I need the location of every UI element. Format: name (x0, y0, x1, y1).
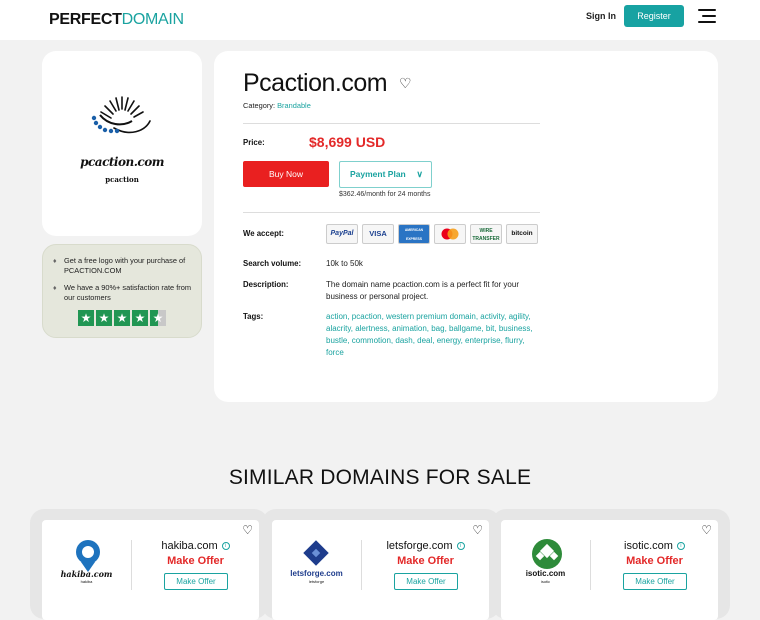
domain-logo-card: pcaction.com pcaction (42, 51, 202, 236)
price-label: Price: (243, 138, 265, 147)
make-offer-label: Make Offer (626, 555, 683, 567)
logo-subtitle: hakiba (80, 579, 93, 584)
description-label: Description: (243, 280, 289, 289)
payment-plan-dropdown[interactable]: Payment Plan ∨ (339, 161, 432, 188)
heart-icon[interactable]: ♡ (399, 75, 412, 92)
bitcoin-icon: bitcoin (506, 224, 538, 244)
payment-plan-note: $362.46/month for 24 months (339, 191, 431, 198)
site-logo[interactable]: PERFECTDOMAIN (49, 11, 184, 29)
star-icon: ★ (132, 310, 148, 326)
star-icon: ★ (78, 310, 94, 326)
logo-subtitle: pcaction (105, 175, 139, 184)
logo-subtitle: letsforge (308, 579, 325, 584)
category: Category: Brandable (243, 101, 311, 110)
divider (243, 123, 540, 124)
wire-transfer-icon: WIRE TRANSFER (470, 224, 502, 244)
divider (243, 212, 540, 213)
tags-label: Tags: (243, 312, 264, 321)
domain-logo (280, 536, 356, 596)
price-value: $8,699 USD (309, 134, 386, 150)
logo-wordmark: hakiba.com (60, 569, 113, 579)
logo-wordmark: pcaction.com (80, 155, 164, 169)
location-pin-icon: ♦ (53, 258, 57, 265)
category-link[interactable]: Brandable (277, 101, 311, 110)
amex-icon: AMERICAN EXPRESS (398, 224, 430, 244)
register-button[interactable]: Register (624, 5, 684, 27)
domain-logo (509, 536, 585, 596)
logo-wordmark: isotic.com (525, 569, 566, 578)
trustpilot-rating: ★ ★ ★ ★ ★ (78, 310, 166, 326)
chevron-down-icon: ∨ (416, 169, 423, 179)
search-volume-value: 10k to 50k (326, 259, 363, 268)
similar-domains-heading: SIMILAR DOMAINS FOR SALE (228, 466, 532, 489)
similar-domain-card[interactable]: hakiba.com hakiba ♡ hakiba.com i Make Off… (42, 520, 259, 620)
promo-free-logo: ♦ Get a free logo with your purchase of … (53, 256, 186, 275)
heart-icon[interactable]: ♡ (242, 523, 253, 537)
similar-domain-name[interactable]: letsforge.com i (372, 540, 479, 552)
description-value: The domain name pcaction.com is a perfec… (326, 280, 519, 301)
sign-in-link[interactable]: Sign In (586, 11, 616, 21)
make-offer-label: Make Offer (167, 555, 224, 567)
visa-icon: VISA (362, 224, 394, 244)
divider (131, 540, 132, 590)
site-header: PERFECTDOMAIN Sign In Register (0, 0, 760, 40)
listing-card: Pcaction.com ♡ Category: Brandable Price… (214, 51, 718, 402)
heart-icon[interactable]: ♡ (701, 523, 712, 537)
info-icon[interactable]: i (456, 542, 465, 551)
domain-logo (50, 536, 126, 596)
star-half-icon: ★ (150, 310, 166, 326)
search-volume-label: Search volume: (243, 259, 302, 268)
similar-domain-name[interactable]: isotic.com i (601, 540, 708, 552)
make-offer-button[interactable]: Make Offer (623, 573, 687, 590)
divider (361, 540, 362, 590)
divider (590, 540, 591, 590)
info-icon[interactable]: i (221, 542, 230, 551)
promo-satisfaction: ♦ We have a 90%+ satisfaction rate from … (53, 283, 192, 302)
hamburger-icon[interactable] (698, 9, 716, 23)
make-offer-button[interactable]: Make Offer (164, 573, 228, 590)
star-icon: ★ (114, 310, 130, 326)
logo-wordmark: letsforge.com (290, 569, 343, 578)
similar-domain-card[interactable]: isotic.com isotic ♡ isotic.com i Make Off… (501, 520, 718, 620)
similar-domain-card[interactable]: letsforge.com letsforge ♡ letsforge.com i… (272, 520, 489, 620)
mastercard-icon (434, 224, 466, 244)
tags-list[interactable]: action, pcaction, western premium domain… (326, 311, 541, 359)
logo-part-domain: DOMAIN (121, 11, 185, 28)
pcaction-logo-icon (91, 96, 151, 134)
paypal-icon: PayPal (326, 224, 358, 244)
make-offer-button[interactable]: Make Offer (394, 573, 458, 590)
accept-label: We accept: (243, 229, 285, 238)
heart-icon[interactable]: ♡ (472, 523, 483, 537)
payment-methods: PayPal VISA AMERICAN EXPRESS WIRE TRANSF… (326, 224, 538, 244)
similar-domain-name[interactable]: hakiba.com i (142, 540, 249, 552)
location-pin-icon: ♦ (53, 285, 57, 292)
make-offer-label: Make Offer (397, 555, 454, 567)
domain-title: Pcaction.com (243, 69, 388, 97)
info-icon[interactable]: i (676, 542, 685, 551)
buy-now-button[interactable]: Buy Now (243, 161, 329, 187)
logo-subtitle: isotic (540, 579, 551, 584)
star-icon: ★ (96, 310, 112, 326)
logo-part-perfect: PERFECT (49, 11, 122, 28)
promo-box: ♦ Get a free logo with your purchase of … (42, 244, 202, 338)
